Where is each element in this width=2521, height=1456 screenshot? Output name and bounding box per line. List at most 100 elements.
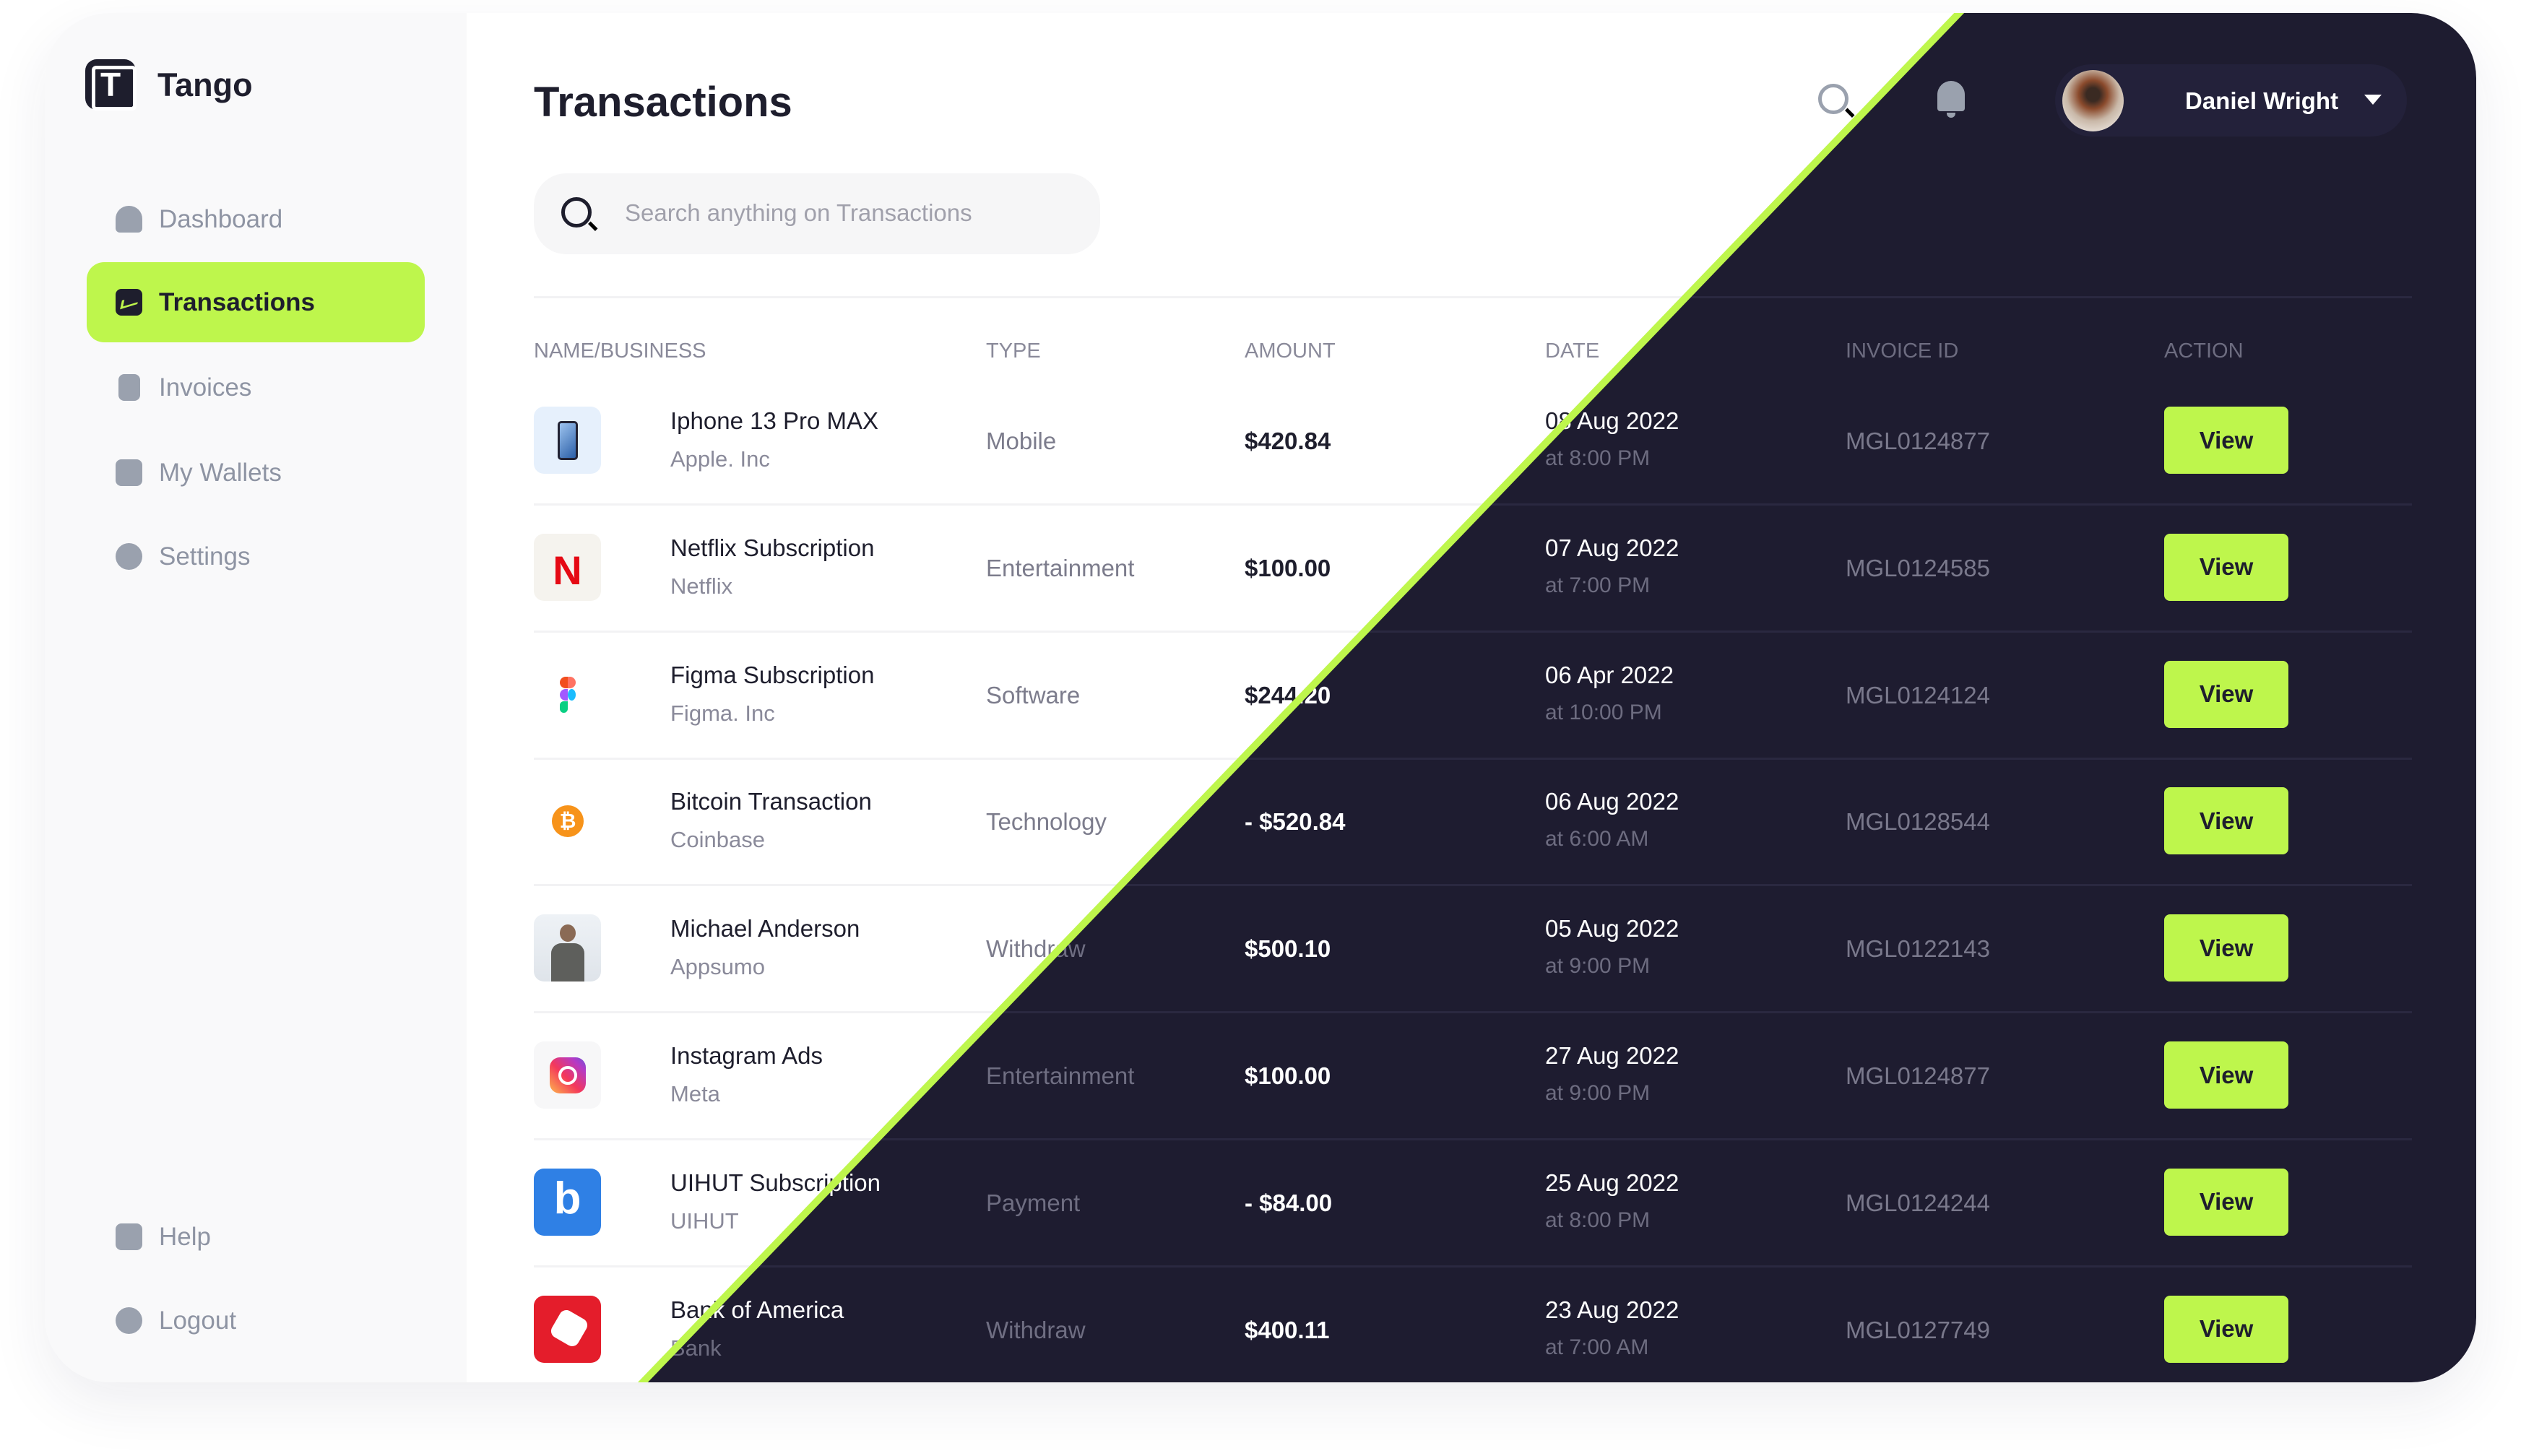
sidebar-item-label: My Wallets bbox=[159, 458, 282, 487]
transaction-amount: - $84.00 bbox=[1245, 1189, 1333, 1216]
sidebar: Tango Dashboard Transactions Invoices My… bbox=[45, 13, 467, 1382]
transaction-name: Michael Anderson bbox=[670, 915, 860, 942]
instagram-logo-icon bbox=[534, 1041, 601, 1109]
chevron-down-icon bbox=[2364, 95, 2382, 105]
transaction-type: Mobile bbox=[986, 428, 1057, 454]
invoice-id: MGL0128544 bbox=[1846, 808, 1990, 836]
view-button[interactable]: View bbox=[2164, 533, 2288, 601]
invoice-id: MGL0124877 bbox=[1846, 1062, 1990, 1089]
sidebar-item-label: Settings bbox=[159, 542, 251, 571]
business-name: Coinbase bbox=[670, 827, 765, 853]
transaction-name: Figma Subscription bbox=[670, 661, 875, 688]
search-input[interactable]: Search anything on Transactions bbox=[534, 173, 1100, 254]
column-header-date[interactable]: DATE bbox=[1545, 339, 1599, 363]
avatar bbox=[2062, 70, 2124, 131]
user-menu[interactable]: Daniel Wright bbox=[2055, 64, 2407, 136]
column-header-action[interactable]: ACTION bbox=[2164, 339, 2244, 363]
transaction-amount: $100.00 bbox=[1245, 1062, 1331, 1089]
transaction-time: at 7:00 PM bbox=[1545, 573, 1651, 597]
sidebar-item-label: Help bbox=[159, 1222, 211, 1251]
view-button[interactable]: View bbox=[2164, 787, 2288, 855]
transaction-date: 06 Aug 2022 bbox=[1545, 788, 1679, 815]
receipt-icon bbox=[118, 374, 140, 401]
sidebar-item-label: Invoices bbox=[159, 373, 252, 402]
transaction-date: 07 Aug 2022 bbox=[1545, 534, 1679, 561]
home-icon bbox=[116, 206, 142, 233]
tango-logo-icon bbox=[85, 59, 137, 110]
column-header-name-business[interactable]: NAME/BUSINESS bbox=[534, 339, 706, 363]
sidebar-item-logout[interactable]: Logout bbox=[87, 1280, 425, 1361]
transaction-type: Entertainment bbox=[986, 554, 1135, 581]
search-placeholder: Search anything on Transactions bbox=[625, 199, 972, 226]
sidebar-item-settings[interactable]: Settings bbox=[87, 516, 425, 597]
invoice-id: MGL0127749 bbox=[1846, 1316, 1990, 1343]
gear-icon bbox=[116, 543, 142, 570]
transaction-date: 06 Apr 2022 bbox=[1545, 661, 1674, 688]
sidebar-item-label: Transactions bbox=[159, 287, 315, 316]
view-button[interactable]: View bbox=[2164, 660, 2288, 728]
bitcoin-logo-icon: ₿ bbox=[534, 787, 601, 854]
app-window: Tango Dashboard Transactions Invoices My… bbox=[45, 13, 2476, 1382]
transaction-date: 27 Aug 2022 bbox=[1545, 1042, 1679, 1069]
transaction-name: Instagram Ads bbox=[670, 1042, 823, 1069]
view-button[interactable]: View bbox=[2164, 1041, 2288, 1109]
sidebar-item-my-wallets[interactable]: My Wallets bbox=[87, 433, 425, 513]
invoice-id: MGL0122143 bbox=[1846, 935, 1990, 963]
transaction-time: at 8:00 PM bbox=[1545, 446, 1651, 470]
bofa-logo-icon bbox=[534, 1295, 601, 1363]
business-name: Appsumo bbox=[670, 954, 765, 980]
sidebar-item-label: Logout bbox=[159, 1306, 237, 1335]
business-name: Figma. Inc bbox=[670, 700, 775, 726]
view-button[interactable]: View bbox=[2164, 914, 2288, 982]
column-header-amount[interactable]: AMOUNT bbox=[1245, 339, 1336, 363]
sidebar-item-help[interactable]: Help bbox=[87, 1197, 425, 1277]
transaction-type: Payment bbox=[986, 1189, 1081, 1216]
column-header-type[interactable]: TYPE bbox=[986, 339, 1041, 363]
view-button[interactable]: View bbox=[2164, 1295, 2288, 1363]
transaction-amount: $400.11 bbox=[1245, 1316, 1330, 1343]
business-name: Meta bbox=[670, 1081, 720, 1106]
logout-icon bbox=[116, 1307, 142, 1334]
transaction-date: 05 Aug 2022 bbox=[1545, 915, 1679, 942]
business-name: UIHUT bbox=[670, 1208, 739, 1234]
transaction-time: at 10:00 PM bbox=[1545, 700, 1662, 724]
transaction-type: Withdraw bbox=[986, 1316, 1086, 1343]
bell-icon[interactable] bbox=[1937, 81, 1965, 118]
help-icon bbox=[116, 1223, 142, 1250]
user-name: Daniel Wright bbox=[2185, 87, 2339, 114]
transaction-time: at 7:00 AM bbox=[1545, 1335, 1649, 1359]
transaction-name: Netflix Subscription bbox=[670, 534, 875, 561]
sidebar-item-transactions[interactable]: Transactions bbox=[87, 262, 425, 342]
transaction-date: 25 Aug 2022 bbox=[1545, 1169, 1679, 1196]
transaction-time: at 9:00 PM bbox=[1545, 1081, 1651, 1105]
view-button[interactable]: View bbox=[2164, 407, 2288, 474]
sidebar-item-label: Dashboard bbox=[159, 204, 283, 233]
search-icon bbox=[561, 197, 592, 228]
invoice-id: MGL0124585 bbox=[1846, 554, 1990, 581]
figma-logo-icon bbox=[534, 661, 601, 728]
transaction-name: Iphone 13 Pro MAX bbox=[670, 407, 879, 434]
person-logo-icon bbox=[534, 914, 601, 982]
invoice-id: MGL0124244 bbox=[1846, 1189, 1990, 1216]
invoice-id: MGL0124124 bbox=[1846, 681, 1990, 708]
transaction-time: at 8:00 PM bbox=[1545, 1208, 1651, 1232]
sidebar-item-dashboard[interactable]: Dashboard bbox=[87, 179, 425, 259]
transaction-amount: $100.00 bbox=[1245, 554, 1331, 581]
transaction-type: Entertainment bbox=[986, 1062, 1135, 1089]
search-icon[interactable] bbox=[1818, 84, 1848, 114]
netflix-logo-icon: N bbox=[534, 533, 601, 601]
transaction-amount: - $520.84 bbox=[1245, 808, 1346, 836]
page-title: Transactions bbox=[534, 79, 792, 126]
wallet-icon bbox=[116, 459, 142, 486]
iphone-logo-icon bbox=[534, 407, 601, 474]
transaction-type: Software bbox=[986, 681, 1081, 708]
chart-icon bbox=[116, 289, 142, 316]
transaction-name: Bitcoin Transaction bbox=[670, 788, 872, 815]
invoice-id: MGL0124877 bbox=[1846, 428, 1990, 454]
transaction-time: at 9:00 PM bbox=[1545, 954, 1651, 979]
transaction-time: at 6:00 AM bbox=[1545, 827, 1649, 852]
transaction-date: 23 Aug 2022 bbox=[1545, 1296, 1679, 1323]
view-button[interactable]: View bbox=[2164, 1168, 2288, 1236]
column-header-invoice-id[interactable]: INVOICE ID bbox=[1846, 339, 1958, 363]
sidebar-item-invoices[interactable]: Invoices bbox=[87, 347, 425, 428]
